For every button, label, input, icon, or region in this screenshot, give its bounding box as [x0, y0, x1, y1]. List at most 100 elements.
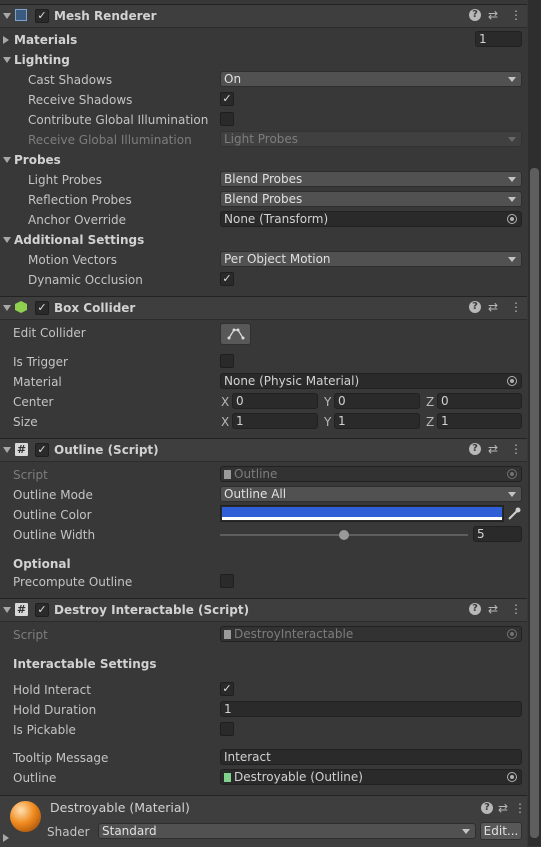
axis-x-label: X	[221, 395, 230, 409]
presets-icon[interactable]: ⇄	[488, 602, 498, 616]
box-collider-enabled-checkbox[interactable]: ✓	[35, 301, 49, 315]
eyedropper-icon[interactable]	[506, 506, 522, 522]
foldout-arrow-icon[interactable]	[3, 57, 11, 63]
receive-shadows-checkbox[interactable]: ✓	[220, 92, 234, 106]
materials-count-field[interactable]: 1	[475, 31, 522, 47]
light-probes-dropdown[interactable]: Blend Probes	[220, 171, 522, 187]
color-swatch	[222, 507, 502, 517]
material-title: Destroyable (Material)	[50, 800, 190, 815]
is-pickable-checkbox[interactable]	[220, 722, 234, 736]
edit-shader-button[interactable]: Edit...	[480, 822, 522, 840]
outline-script-header[interactable]: # ✓ Outline (Script) ? ⇄ ⋮	[0, 438, 527, 462]
receive-gi-label: Receive Global Illumination	[28, 133, 192, 147]
center-label: Center	[13, 395, 54, 409]
cast-shadows-dropdown[interactable]: On	[220, 71, 522, 87]
shader-label: Shader	[47, 825, 90, 839]
component-title: Box Collider	[54, 301, 136, 315]
chevron-down-icon	[462, 829, 470, 834]
foldout-arrow-icon[interactable]	[3, 13, 11, 19]
more-options-icon[interactable]: ⋮	[514, 801, 526, 815]
tooltip-message-field[interactable]: Interact	[220, 749, 522, 765]
motion-vectors-label: Motion Vectors	[28, 253, 117, 267]
reflection-probes-dropdown[interactable]: Blend Probes	[220, 191, 522, 207]
contribute-gi-checkbox[interactable]	[220, 112, 234, 126]
scrollbar-thumb[interactable]	[530, 168, 539, 838]
script-file-icon	[224, 470, 231, 479]
presets-icon[interactable]: ⇄	[498, 801, 508, 815]
motion-vectors-dropdown[interactable]: Per Object Motion	[220, 251, 522, 267]
center-z-field[interactable]: 0	[437, 393, 522, 409]
help-icon[interactable]: ?	[469, 9, 481, 21]
object-picker-icon[interactable]	[507, 214, 517, 224]
help-icon[interactable]: ?	[469, 443, 481, 455]
outline-color-field[interactable]	[220, 505, 504, 522]
mesh-renderer-header[interactable]: ✓ Mesh Renderer ? ⇄ ⋮	[0, 4, 527, 28]
more-options-icon[interactable]: ⋮	[510, 300, 522, 314]
foldout-arrow-icon[interactable]	[3, 237, 11, 243]
destroy-interactable-enabled-checkbox[interactable]: ✓	[35, 603, 49, 617]
precompute-outline-checkbox[interactable]	[220, 574, 234, 588]
outline-script-field: Outline	[220, 466, 522, 482]
edit-collider-label: Edit Collider	[13, 326, 86, 340]
axis-z-label: Z	[426, 395, 435, 409]
help-icon[interactable]: ?	[469, 301, 481, 313]
destroy-interactable-script-field: DestroyInteractable	[220, 626, 522, 642]
presets-icon[interactable]: ⇄	[488, 8, 498, 22]
box-collider-header[interactable]: ✓ Box Collider ? ⇄ ⋮	[0, 296, 527, 320]
foldout-arrow-icon[interactable]	[3, 607, 11, 613]
destroy-interactable-header[interactable]: # ✓ Destroy Interactable (Script) ? ⇄ ⋮	[0, 598, 527, 622]
precompute-outline-label: Precompute Outline	[13, 575, 133, 589]
outline-width-field[interactable]: 5	[473, 526, 522, 542]
size-y-field[interactable]: 1	[334, 413, 420, 429]
foldout-arrow-icon[interactable]	[3, 834, 9, 842]
foldout-arrow-icon[interactable]	[3, 447, 11, 453]
mesh-renderer-enabled-checkbox[interactable]: ✓	[35, 9, 49, 23]
shader-dropdown[interactable]: Standard	[98, 823, 476, 839]
edit-collider-button[interactable]	[220, 323, 251, 345]
size-x-field[interactable]: 1	[232, 413, 318, 429]
center-y-field[interactable]: 0	[334, 393, 420, 409]
presets-icon[interactable]: ⇄	[488, 442, 498, 456]
more-options-icon[interactable]: ⋮	[510, 8, 522, 22]
foldout-arrow-icon[interactable]	[3, 305, 11, 311]
material-preview-sphere	[10, 801, 41, 832]
light-probes-label: Light Probes	[28, 173, 103, 187]
foldout-arrow-icon[interactable]	[3, 157, 11, 163]
axis-x-label: X	[221, 415, 230, 429]
is-pickable-label: Is Pickable	[13, 723, 76, 737]
component-title: Destroy Interactable (Script)	[54, 603, 250, 617]
hold-duration-label: Hold Duration	[13, 703, 97, 717]
outline-reference-field[interactable]: Destroyable (Outline)	[220, 769, 522, 785]
physic-material-field[interactable]: None (Physic Material)	[220, 373, 522, 389]
is-trigger-checkbox[interactable]	[220, 354, 234, 368]
cast-shadows-label: Cast Shadows	[28, 73, 113, 87]
outline-color-label: Outline Color	[13, 508, 92, 522]
size-z-field[interactable]: 1	[437, 413, 522, 429]
inspector-scrollbar[interactable]	[528, 0, 541, 846]
hold-interact-checkbox[interactable]: ✓	[220, 682, 234, 696]
outline-mode-label: Outline Mode	[13, 488, 93, 502]
component-title: Mesh Renderer	[54, 9, 157, 23]
outline-width-slider-handle[interactable]	[339, 530, 349, 540]
script-label: Script	[13, 628, 48, 642]
presets-icon[interactable]: ⇄	[488, 300, 498, 314]
more-options-icon[interactable]: ⋮	[510, 442, 522, 456]
foldout-arrow-icon[interactable]	[3, 36, 9, 44]
script-icon: #	[15, 603, 28, 616]
object-picker-icon[interactable]	[507, 772, 517, 782]
help-icon[interactable]: ?	[469, 603, 481, 615]
more-options-icon[interactable]: ⋮	[510, 602, 522, 616]
object-picker-icon[interactable]	[507, 376, 517, 386]
anchor-override-field[interactable]: None (Transform)	[220, 211, 522, 227]
axis-z-label: Z	[426, 415, 435, 429]
outline-width-label: Outline Width	[13, 528, 96, 542]
outline-enabled-checkbox[interactable]: ✓	[35, 443, 49, 457]
chevron-down-icon	[508, 197, 516, 202]
center-x-field[interactable]: 0	[232, 393, 318, 409]
axis-y-label: Y	[324, 415, 332, 429]
help-icon[interactable]: ?	[481, 802, 493, 814]
script-file-icon	[224, 630, 231, 639]
hold-duration-field[interactable]: 1	[220, 701, 522, 717]
outline-mode-dropdown[interactable]: Outline All	[220, 486, 522, 502]
dynamic-occlusion-checkbox[interactable]: ✓	[220, 272, 234, 286]
